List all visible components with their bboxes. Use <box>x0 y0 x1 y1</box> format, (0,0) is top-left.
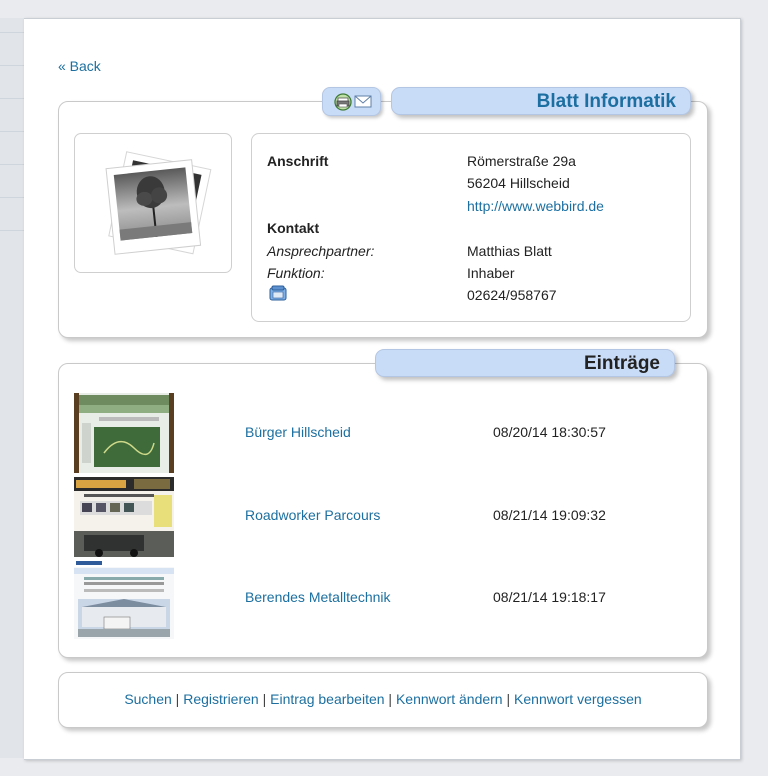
website-link[interactable]: http://www.webbird.de <box>467 198 604 214</box>
back-link[interactable]: « Back <box>58 58 101 74</box>
email-icon[interactable] <box>354 95 372 108</box>
sidebar-divider <box>0 164 24 165</box>
entry-date: 08/20/14 18:30:57 <box>493 424 606 440</box>
entry-date: 08/21/14 19:18:17 <box>493 589 606 605</box>
entries-title: Einträge <box>375 349 675 377</box>
footer-separator: | <box>171 691 184 707</box>
footer-link-kennwort-vergessen[interactable]: Kennwort vergessen <box>514 691 642 707</box>
sidebar-divider <box>0 98 24 99</box>
sidebar-divider <box>0 32 24 33</box>
city-value: 56204 Hillscheid <box>467 175 570 191</box>
footer-link-registrieren[interactable]: Registrieren <box>183 691 258 707</box>
footer-link-eintrag-bearbeiten[interactable]: Eintrag bearbeiten <box>270 691 384 707</box>
footer-link-kennwort-aendern[interactable]: Kennwort ändern <box>396 691 503 707</box>
street-value: Römerstraße 29a <box>467 153 576 169</box>
entry-name-link[interactable]: Berendes Metalltechnik <box>245 589 391 605</box>
phone-icon <box>269 285 287 304</box>
sidebar-divider <box>0 131 24 132</box>
company-info-panel: Anschrift Römerstraße 29a 56204 Hillsche… <box>251 133 691 322</box>
sidebar-divider <box>0 197 24 198</box>
footer-link-suchen[interactable]: Suchen <box>124 691 171 707</box>
print-icon[interactable] <box>334 93 352 111</box>
entry-thumbnail[interactable] <box>74 477 174 557</box>
entry-name-link[interactable]: Roadworker Parcours <box>245 507 380 523</box>
company-name-title: Blatt Informatik <box>391 87 691 115</box>
contact-person-label: Ansprechpartner: <box>267 243 375 259</box>
footer-links: Suchen | Registrieren | Eintrag bearbeit… <box>58 691 708 707</box>
left-sidebar-strip <box>0 18 25 758</box>
function-value: Inhaber <box>467 265 515 281</box>
entry-date: 08/21/14 19:09:32 <box>493 507 606 523</box>
address-heading: Anschrift <box>267 153 329 169</box>
action-icon-bar <box>322 87 381 116</box>
company-photo <box>74 133 232 273</box>
photo-stack-image <box>105 151 212 255</box>
footer-separator: | <box>502 691 515 707</box>
entry-thumbnail[interactable] <box>74 393 174 473</box>
entry-name-link[interactable]: Bürger Hillscheid <box>245 424 351 440</box>
contact-heading: Kontakt <box>267 220 320 236</box>
phone-value: 02624/958767 <box>467 287 557 303</box>
footer-separator: | <box>258 691 271 707</box>
sidebar-divider <box>0 65 24 66</box>
main-page: « Back Blatt Informatik Anschrift Römers… <box>24 18 741 760</box>
entry-thumbnail[interactable] <box>74 559 174 639</box>
footer-separator: | <box>384 691 396 707</box>
sidebar-divider <box>0 230 24 231</box>
function-label: Funktion: <box>267 265 325 281</box>
contact-person-value: Matthias Blatt <box>467 243 552 259</box>
